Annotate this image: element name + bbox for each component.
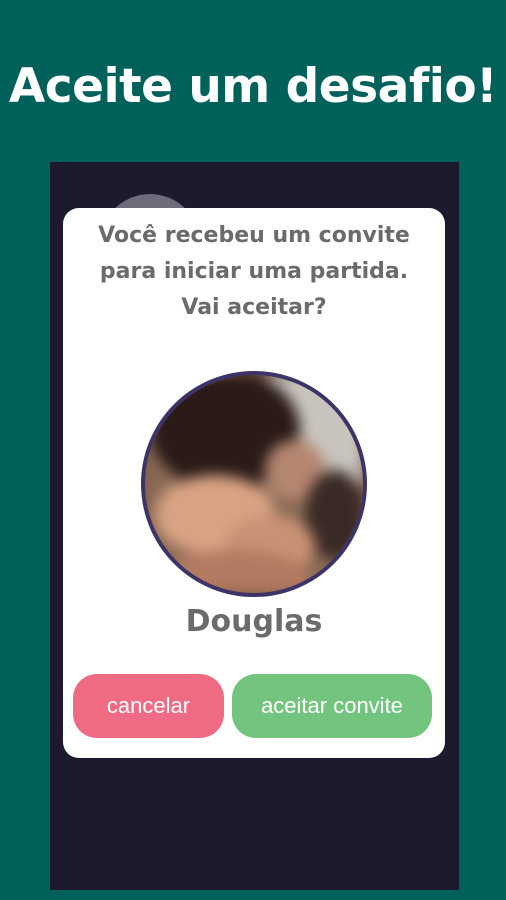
opponent-name: Douglas [185, 604, 323, 639]
opponent-avatar [141, 371, 367, 597]
cancel-button[interactable]: cancelar [73, 674, 224, 738]
phone-screen: Você recebeu um convite para iniciar uma… [50, 162, 459, 890]
invite-dialog: Você recebeu um convite para iniciar uma… [63, 208, 445, 758]
promo-title: Aceite um desafio! [8, 59, 498, 114]
accept-invite-button[interactable]: aceitar convite [232, 674, 432, 738]
invite-message-line: para iniciar uma partida. [99, 259, 409, 284]
invite-message-line: Você recebeu um convite [98, 223, 410, 248]
invite-message: Você recebeu um convite para iniciar uma… [63, 218, 445, 326]
invite-message-line: Vai aceitar? [181, 295, 327, 320]
